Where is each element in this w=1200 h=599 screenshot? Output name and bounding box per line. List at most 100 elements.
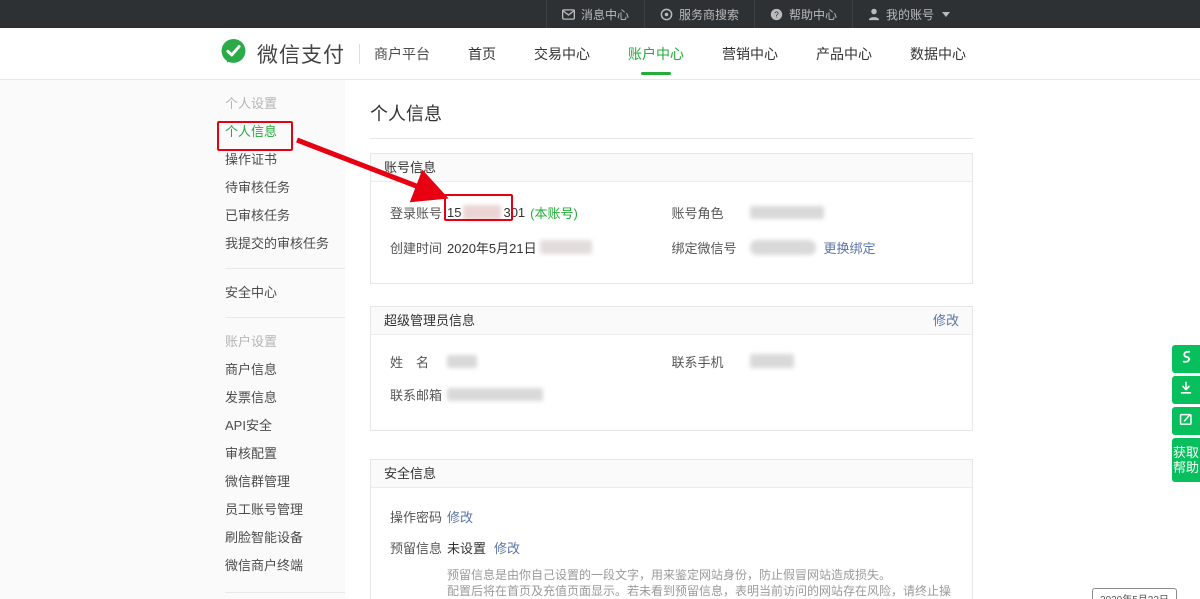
change-binding-link[interactable]: 更换绑定 [824, 238, 876, 257]
contact-email-label: 联系邮箱 [390, 385, 447, 404]
sidebar-item-wechat-terminal[interactable]: 微信商户终端 [225, 552, 345, 580]
login-account-value: 15 301 (本账号) [447, 203, 578, 222]
topbar-item-label: 我的账号 [886, 6, 934, 23]
hotline-icon [1178, 349, 1194, 370]
name-label: 姓 名 [390, 352, 447, 371]
topbar: 消息中心 服务商搜索 ? 帮助中心 我的账号 [0, 0, 1200, 28]
tab-marketing-center[interactable]: 营销中心 [720, 29, 780, 79]
sidebar-item-personal-info[interactable]: 个人信息 [225, 118, 345, 146]
sidebar-divider [225, 317, 345, 318]
sidebar-item-staff-account-mgmt[interactable]: 员工账号管理 [225, 496, 345, 524]
portal-title: 商户平台 [374, 44, 430, 64]
created-time-value: 2020年5月21日 [447, 238, 592, 257]
main-nav: 首页 交易中心 账户中心 营销中心 产品中心 数据中心 [466, 28, 968, 80]
sidebar-item-security-center[interactable]: 安全中心 [225, 279, 345, 307]
topbar-help-center[interactable]: ? 帮助中心 [755, 0, 853, 28]
tab-home[interactable]: 首页 [466, 29, 498, 79]
login-account-label: 登录账号 [390, 203, 447, 222]
sidebar-item-my-submitted-review[interactable]: 我提交的审核任务 [225, 230, 345, 258]
reserved-info-value: 未设置 修改 [447, 538, 520, 557]
topbar-item-label: 帮助中心 [789, 6, 837, 23]
contact-email-value [447, 388, 543, 401]
security-info-card: 安全信息 操作密码 修改 预留信息 未设置 [370, 459, 973, 599]
sidebar-item-operation-cert[interactable]: 操作证书 [225, 146, 345, 174]
sidebar-item-api-security[interactable]: API安全 [225, 412, 345, 440]
name-value [447, 355, 477, 368]
account-role-value [750, 206, 824, 219]
title-divider [370, 138, 973, 139]
security-info-card-header: 安全信息 [371, 460, 972, 488]
float-help-rail: 获取帮助 [1172, 345, 1200, 482]
current-account-tag: (本账号) [530, 203, 578, 222]
sidebar-divider [225, 592, 345, 593]
bound-wechat-value: 更换绑定 [750, 238, 876, 257]
sidebar: 个人设置 个人信息 操作证书 待审核任务 已审核任务 我提交的审核任务 安全中心… [225, 80, 345, 593]
topbar-message-center[interactable]: 消息中心 [546, 0, 645, 28]
topbar-menu: 消息中心 服务商搜索 ? 帮助中心 我的账号 [546, 0, 965, 28]
topbar-item-label: 服务商搜索 [679, 6, 739, 23]
user-icon [868, 8, 880, 21]
created-time-label: 创建时间 [390, 238, 447, 257]
operation-password-label: 操作密码 [390, 507, 447, 526]
admin-modify-link[interactable]: 修改 [933, 307, 959, 335]
security-info-title: 安全信息 [384, 460, 436, 488]
redacted-phone [750, 354, 794, 368]
wechat-pay-logo-icon [220, 38, 247, 70]
account-role-label: 账号角色 [672, 203, 750, 222]
tab-transaction-center[interactable]: 交易中心 [532, 29, 592, 79]
float-download-button[interactable] [1172, 376, 1200, 404]
sidebar-item-review-config[interactable]: 审核配置 [225, 440, 345, 468]
reserved-modify-link[interactable]: 修改 [494, 538, 520, 557]
svg-text:?: ? [774, 10, 779, 19]
brand-divider [359, 44, 360, 64]
sidebar-item-face-device[interactable]: 刷脸智能设备 [225, 524, 345, 552]
sidebar-item-invoice-info[interactable]: 发票信息 [225, 384, 345, 412]
sidebar-divider [225, 268, 345, 269]
reserved-status: 未设置 [447, 538, 486, 557]
password-modify-link[interactable]: 修改 [447, 507, 473, 526]
page-title: 个人信息 [370, 100, 973, 126]
float-get-help-button[interactable]: 获取帮助 [1172, 438, 1200, 482]
admin-info-title: 超级管理员信息 [384, 307, 475, 335]
admin-info-card-body: 姓 名 联系手机 联系邮箱 [371, 335, 972, 430]
sidebar-group-account-settings: 账户设置 [225, 328, 345, 356]
admin-info-card: 超级管理员信息 修改 姓 名 联系手机 联系邮箱 [370, 306, 973, 431]
header: 微信支付 商户平台 首页 交易中心 账户中心 营销中心 产品中心 数据中心 [0, 28, 1200, 80]
float-feedback-button[interactable] [1172, 407, 1200, 435]
tab-data-center[interactable]: 数据中心 [908, 29, 968, 79]
account-info-card-header: 账号信息 [371, 154, 972, 182]
date-tooltip: 2020年5月22日 [1092, 588, 1177, 599]
security-info-card-body: 操作密码 修改 预留信息 未设置 修改 [371, 488, 972, 599]
tab-account-center[interactable]: 账户中心 [626, 29, 686, 79]
redacted-wechat-id [750, 240, 816, 255]
sidebar-group-personal-settings: 个人设置 [225, 90, 345, 118]
mail-icon [562, 9, 575, 20]
topbar-provider-search[interactable]: 服务商搜索 [645, 0, 755, 28]
main-content: 个人信息 账号信息 登录账号 15 301 (本账号) [370, 80, 973, 599]
operation-password-value: 修改 [447, 507, 473, 526]
float-hotline-button[interactable] [1172, 345, 1200, 373]
reserved-info-notes: 预留信息是由你自己设置的一段文字，用来鉴定网站身份，防止假冒网站造成损失。 配置… [447, 567, 972, 599]
target-search-icon [660, 8, 673, 21]
sidebar-item-wechat-group-mgmt[interactable]: 微信群管理 [225, 468, 345, 496]
download-icon [1178, 380, 1194, 401]
account-info-card: 账号信息 登录账号 15 301 (本账号) 账号角色 [370, 153, 973, 284]
topbar-item-label: 消息中心 [581, 6, 629, 23]
redacted-name [447, 355, 477, 368]
redacted-email [447, 388, 543, 401]
topbar-my-account[interactable]: 我的账号 [853, 0, 965, 28]
brand-title: 微信支付 [257, 39, 345, 69]
redacted-role [750, 206, 824, 219]
sidebar-item-reviewed-tasks[interactable]: 已审核任务 [225, 202, 345, 230]
note-line: 配置后将在首页及充值页面显示。若未看到预留信息，表明当前访问的网站存在风险，请终… [447, 583, 972, 599]
brand: 微信支付 商户平台 [220, 28, 430, 80]
admin-info-card-header: 超级管理员信息 修改 [371, 307, 972, 335]
sidebar-item-merchant-info[interactable]: 商户信息 [225, 356, 345, 384]
account-info-title: 账号信息 [384, 154, 436, 182]
sidebar-item-pending-review[interactable]: 待审核任务 [225, 174, 345, 202]
merchant-platform-page: 消息中心 服务商搜索 ? 帮助中心 我的账号 微信支付 商户平台 [0, 0, 1200, 599]
feedback-icon [1178, 411, 1194, 432]
tab-product-center[interactable]: 产品中心 [814, 29, 874, 79]
reserved-info-label: 预留信息 [390, 538, 447, 557]
contact-phone-label: 联系手机 [672, 352, 750, 371]
